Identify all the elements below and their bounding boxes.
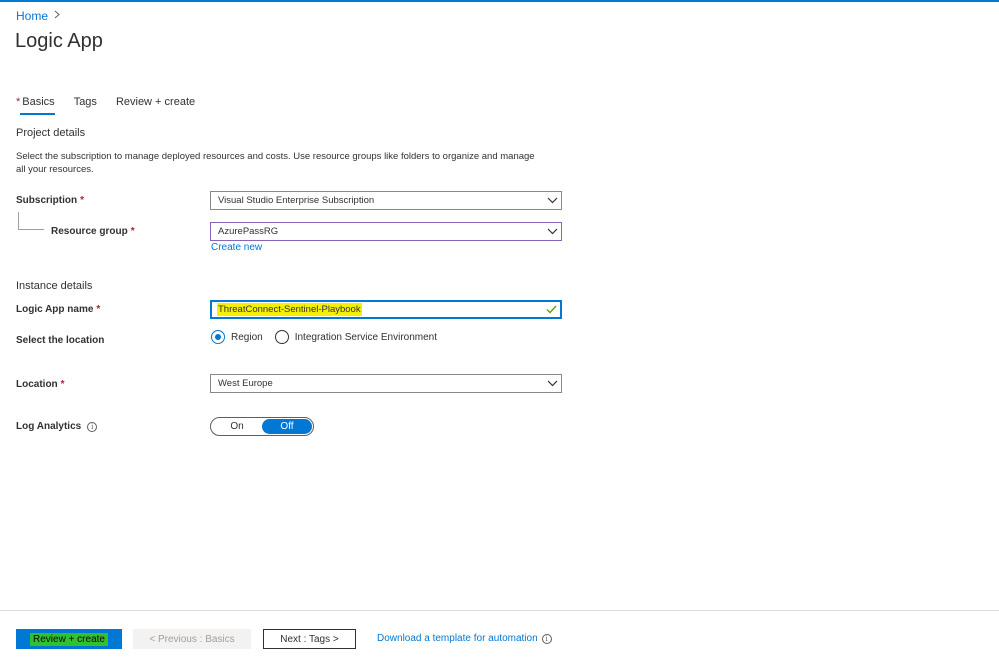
logic-app-name-label: Logic App name *	[16, 304, 100, 315]
radio-region-label: Region	[231, 331, 263, 343]
tree-connector	[18, 229, 44, 230]
page-title: Logic App	[15, 30, 103, 52]
radio-checked-icon	[211, 330, 225, 344]
tab-tags-label: Tags	[73, 96, 97, 108]
checkmark-icon	[542, 305, 560, 314]
toggle-on-option[interactable]: On	[212, 419, 262, 434]
subscription-value: Visual Studio Enterprise Subscription	[218, 195, 375, 206]
location-select[interactable]: West Europe	[210, 374, 562, 393]
required-marker: *	[96, 304, 101, 315]
project-details-heading: Project details	[16, 127, 86, 139]
footer-divider	[0, 610, 999, 611]
tab-tags[interactable]: Tags	[74, 96, 97, 115]
required-marker: *	[16, 96, 21, 108]
breadcrumb-home-link[interactable]: Home	[16, 9, 48, 23]
radio-ise-label: Integration Service Environment	[294, 331, 437, 343]
top-accent-line	[0, 0, 999, 2]
radio-region[interactable]: Region	[211, 330, 263, 344]
chevron-right-icon	[54, 10, 60, 22]
download-template-label: Download a template for automation	[377, 633, 538, 644]
tab-review-create-label: Review + create	[115, 96, 196, 108]
resource-group-value: AzurePassRG	[218, 226, 279, 237]
subscription-select[interactable]: Visual Studio Enterprise Subscription	[210, 191, 562, 210]
tab-basics-label: Basics	[22, 96, 55, 108]
required-marker: *	[60, 379, 65, 390]
subscription-label-text: Subscription	[16, 195, 78, 206]
log-analytics-label-text: Log Analytics	[16, 421, 82, 432]
project-details-description: Select the subscription to manage deploy…	[16, 151, 535, 175]
review-create-label: Review + create	[30, 632, 108, 646]
resource-group-label: Resource group *	[51, 226, 135, 237]
tab-bar: * Basics Tags Review + create	[16, 96, 195, 115]
tree-connector	[18, 212, 19, 230]
download-template-link[interactable]: Download a template for automation i	[377, 633, 552, 644]
radio-unchecked-icon	[274, 330, 289, 344]
next-tags-button[interactable]: Next : Tags >	[263, 629, 356, 649]
instance-details-heading: Instance details	[16, 280, 93, 292]
logic-app-name-input[interactable]: ThreatConnect-Sentinel-Playbook	[210, 300, 562, 319]
subscription-label: Subscription *	[16, 195, 84, 206]
logic-app-name-text: ThreatConnect-Sentinel-Playbook	[217, 303, 362, 316]
location-label-text: Location	[16, 379, 58, 390]
resource-group-select[interactable]: AzurePassRG	[210, 222, 562, 241]
required-marker: *	[80, 195, 85, 206]
previous-button[interactable]: < Previous : Basics	[133, 629, 251, 649]
location-value: West Europe	[218, 378, 273, 389]
toggle-off-option[interactable]: Off	[262, 419, 312, 434]
create-new-link[interactable]: Create new	[211, 242, 262, 253]
location-label: Location *	[16, 379, 65, 390]
log-analytics-toggle[interactable]: On Off	[210, 417, 314, 436]
location-type-radio-group: Region Integration Service Environment	[211, 330, 449, 344]
tab-basics[interactable]: * Basics	[16, 96, 55, 115]
chevron-down-icon	[543, 228, 561, 235]
select-location-label: Select the location	[16, 335, 105, 346]
log-analytics-label: Log Analytics i	[16, 421, 98, 432]
resource-group-label-text: Resource group	[51, 226, 128, 237]
breadcrumb: Home	[16, 9, 60, 23]
radio-ise[interactable]: Integration Service Environment	[274, 330, 437, 344]
chevron-down-icon	[543, 380, 561, 387]
review-create-button[interactable]: Review + create	[16, 629, 122, 649]
info-icon: i	[541, 633, 552, 644]
tab-review-create[interactable]: Review + create	[116, 96, 195, 115]
info-icon[interactable]: i	[87, 421, 98, 432]
chevron-down-icon	[543, 197, 561, 204]
logic-app-name-value: ThreatConnect-Sentinel-Playbook	[217, 303, 542, 316]
required-marker: *	[130, 226, 135, 237]
logic-app-name-label-text: Logic App name	[16, 304, 94, 315]
